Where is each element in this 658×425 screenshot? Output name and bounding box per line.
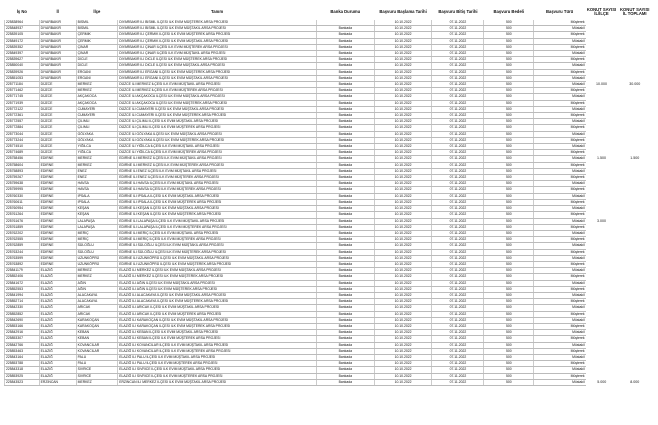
header-row: İş No İl İlçe Tanım Banka Durumu Başvuru… bbox=[5, 4, 652, 20]
spreadsheet-page: İş No İl İlçe Tanım Banka Durumu Başvuru… bbox=[0, 0, 658, 425]
header-basvuru-turu: Başvuru Türü bbox=[545, 8, 574, 14]
table-body: 225838964 DİYARBAKIR BİSMİL DİYARBAKIR İLİ … bbox=[4, 20, 652, 387]
header-konut-il-toplam: KONUT SAYISI İL TOPLAMI bbox=[620, 6, 650, 16]
cell-bitis-tarihi: 07.11.2022 bbox=[431, 379, 484, 387]
header-is-no: İş No bbox=[16, 8, 27, 14]
cell-baslama-tarihi: 10.10.2022 bbox=[373, 379, 432, 387]
konut-sayisi-ilce: 5.000 bbox=[597, 379, 607, 384]
project-table: İş No İl İlçe Tanım Banka Durumu Başvuru… bbox=[4, 4, 652, 387]
header-konut-ilce: KONUT SAYISI İL/İLÇE bbox=[586, 6, 617, 16]
table-row: 225843523 ERZİNCAN MERKEZ ERZİNCAN İLİ MERK… bbox=[4, 379, 652, 387]
cell-banka-durumu: Bankada bbox=[315, 379, 375, 387]
header-basvuru-bedeli: Başvuru Bedeli bbox=[493, 8, 525, 14]
cell-ilce: MERKEZ bbox=[75, 379, 118, 387]
konut-sayisi-il-toplam: 8.000 bbox=[630, 379, 640, 384]
header-tanim: Tanım bbox=[211, 8, 224, 14]
header-banka-durumu: Banka Durumu bbox=[330, 8, 361, 14]
header-ilce: İlçe bbox=[93, 8, 101, 14]
header-il: İl bbox=[56, 8, 59, 14]
header-basvuru-baslama: Başvuru Başlama Tarihi bbox=[379, 8, 427, 14]
cell-basvuru-turu: Müstakil bbox=[533, 379, 586, 387]
cell-tanim: ERZİNCAN İLİ MERKEZ İLÇESİ İLK EVİM MÜŞT… bbox=[117, 379, 317, 387]
cell-bedel: 500 bbox=[483, 379, 534, 387]
cell-il: ERZİNCAN bbox=[38, 379, 77, 387]
cell-is-no: 225843523 bbox=[4, 379, 40, 387]
header-basvuru-bitis: Başvuru Bitiş Tarihi bbox=[438, 8, 478, 14]
